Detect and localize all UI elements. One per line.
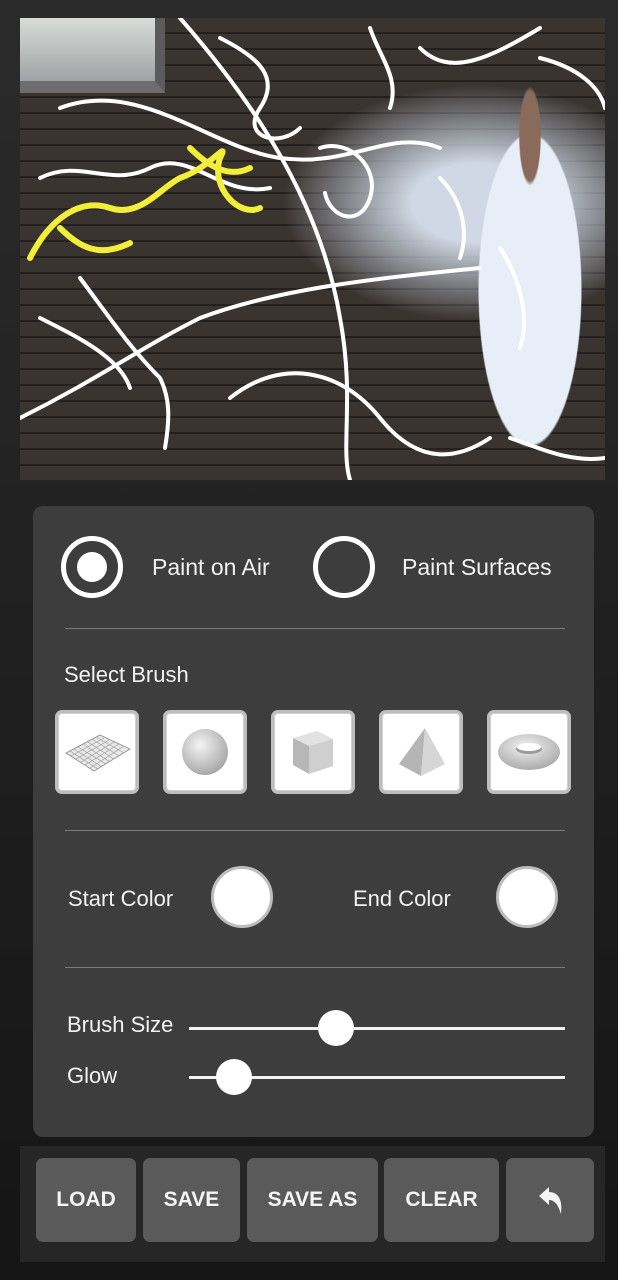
brush-selector — [55, 710, 573, 794]
start-color-label: Start Color — [68, 886, 174, 911]
divider — [65, 628, 565, 629]
paint-strokes-overlay — [20, 18, 605, 480]
torus-icon — [498, 734, 560, 770]
glow-slider-thumb[interactable] — [216, 1059, 253, 1095]
ar-camera-view[interactable] — [20, 18, 605, 480]
brush-sphere-button[interactable] — [163, 710, 247, 794]
brush-size-slider-thumb[interactable] — [318, 1010, 355, 1046]
app-frame: Paint on Air Paint Surfaces Select Brush — [0, 0, 618, 1280]
end-color-label: End Color — [353, 886, 451, 911]
clear-button[interactable]: CLEAR — [384, 1158, 499, 1242]
paint-surfaces-radio[interactable] — [313, 536, 375, 598]
load-button[interactable]: LOAD — [36, 1158, 136, 1242]
sphere-icon — [182, 729, 228, 775]
end-color-swatch[interactable] — [496, 866, 558, 928]
brush-grid-plane-button[interactable] — [55, 710, 139, 794]
brush-size-slider[interactable] — [189, 1010, 565, 1046]
select-brush-label: Select Brush — [64, 662, 189, 687]
grid-plane-icon — [65, 734, 131, 772]
paint-on-air-radio[interactable] — [61, 536, 123, 598]
divider — [65, 967, 565, 968]
color-selector: Start Color End Color — [33, 866, 594, 930]
start-color-swatch[interactable] — [211, 866, 273, 928]
bottom-toolbar: LOAD SAVE SAVE AS CLEAR — [20, 1146, 605, 1262]
brush-torus-button[interactable] — [487, 710, 571, 794]
brush-pyramid-button[interactable] — [379, 710, 463, 794]
glow-label: Glow — [67, 1063, 118, 1088]
undo-icon — [539, 1187, 562, 1214]
paint-on-air-label[interactable]: Paint on Air — [152, 554, 270, 581]
brush-size-label: Brush Size — [67, 1012, 174, 1037]
paint-mode-selector: Paint on Air Paint Surfaces — [61, 536, 574, 598]
save-as-button[interactable]: SAVE AS — [247, 1158, 378, 1242]
undo-button[interactable] — [506, 1158, 594, 1242]
save-button[interactable]: SAVE — [143, 1158, 240, 1242]
cube-icon — [293, 731, 333, 774]
glow-slider[interactable] — [189, 1059, 565, 1095]
radio-selected-dot — [77, 552, 107, 582]
pyramid-icon — [399, 728, 445, 776]
paint-surfaces-label[interactable]: Paint Surfaces — [402, 554, 552, 581]
brush-cube-button[interactable] — [271, 710, 355, 794]
divider — [65, 830, 565, 831]
settings-panel: Paint on Air Paint Surfaces Select Brush — [33, 506, 594, 1137]
